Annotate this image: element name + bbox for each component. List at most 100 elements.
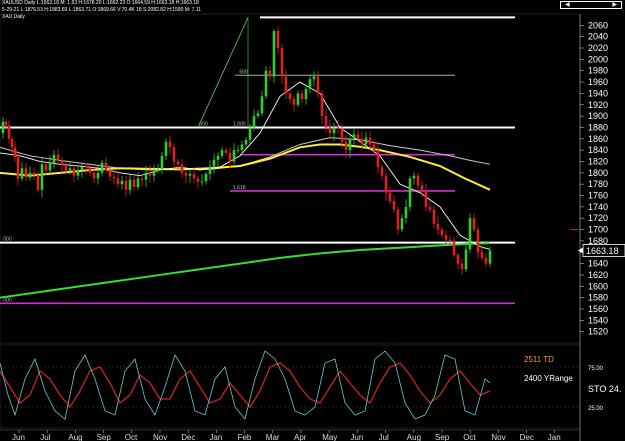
candle-body [24,168,28,178]
candle-body [464,249,468,270]
x-tick-label: Nov [153,433,167,441]
candle-body [136,178,140,188]
candle-body [188,173,192,176]
x-tick-label: Jun [12,433,25,441]
candle-body [84,166,88,168]
candle-body [368,137,372,145]
candle-body [240,144,244,151]
trading-chart-window: XAUUSD Daily L:1663.18 M: 1.63 H:1678.20… [0,0,625,441]
candle-body [336,127,340,129]
candle-body [208,166,212,174]
candle-body [476,229,480,253]
x-tick-label: Aug [68,433,82,441]
candle-body [16,156,20,179]
y-tick-label: 1540 [588,315,608,325]
candle-body [480,252,484,258]
candle-body [392,201,396,210]
candle-body [48,163,52,171]
candle-body [140,178,144,180]
candle-body [260,96,264,114]
candle-body [388,192,392,202]
fib-label: .000 [2,297,12,303]
candle-body [108,169,112,177]
candle-body [308,79,312,89]
candle-body [436,223,440,230]
candle-body [400,218,404,230]
osc-label: STO 24. [588,384,621,394]
candle-body [212,159,216,167]
x-tick-label: Jul [40,433,50,441]
y-tick-label: 1700 [588,225,608,235]
candle-body [484,257,488,264]
candle-body [156,169,160,172]
candle-body [376,150,380,168]
candle-body [128,179,132,190]
last-price-label: 1663.18 [586,246,619,256]
x-tick-label: Jan [209,433,222,441]
candle-body [248,127,252,140]
candle-body [216,155,220,160]
y-tick-label: 1580 [588,293,608,303]
candle-body [72,168,76,176]
y-tick-label: 1820 [588,156,608,166]
candle-body [288,93,292,100]
candle-body [364,137,368,145]
candle-body [124,180,128,190]
candle-body [52,154,56,164]
candle-body [44,164,48,171]
y-tick-label: 1880 [588,122,608,132]
candle-body [380,167,384,176]
candle-body [292,99,296,105]
candle-body [64,164,68,171]
candle-body [4,121,8,126]
oscillator-panel-border [0,344,581,429]
candle-body [316,76,320,94]
candle-body [332,127,336,134]
candle-body [36,175,40,190]
candle-body [328,127,332,134]
x-tick-label: Sep [435,433,450,441]
candle-body [284,76,288,94]
candle-body [13,147,17,157]
candle-body [352,134,356,139]
candle-body [444,235,448,240]
x-tick-label: Feb [238,433,252,441]
candle-body [184,172,188,176]
fib-label: 1.618 [233,185,246,191]
candle-body [472,218,476,230]
x-tick-label: Jan [548,433,561,441]
candle-body [192,173,196,179]
candle-body [60,160,64,165]
candle-body [456,255,460,264]
x-tick-label: Nov [491,433,505,441]
x-tick-label: Aug [407,433,421,441]
candle-body [268,70,272,77]
candle-body [296,93,300,105]
y-tick-label: 1800 [588,168,608,178]
x-tick-label: Jul [379,433,389,441]
candle-body [112,176,116,179]
osc-series-line [0,362,491,409]
y-tick-label: 1520 [588,327,608,337]
candle-body [304,88,308,100]
y-tick-label: 1860 [588,134,608,144]
candle-body [10,138,14,148]
candle-body [384,175,388,193]
fib-label: 1.000 [233,121,246,127]
y-tick-label: 1900 [588,111,608,121]
candle-body [224,150,228,153]
y-tick-label: 1920 [588,100,608,110]
candle-body [148,172,152,176]
candle-body [300,93,304,100]
y-tick-label: 2060 [588,20,608,30]
candle-body [276,31,280,49]
y-tick-label: 1940 [588,88,608,98]
candle-body [420,185,424,190]
chart-canvas[interactable]: 1520154015601580160016201640166016801700… [0,0,625,441]
candle-body [236,150,240,152]
price-panel-border [0,13,581,344]
candle-body [440,229,444,236]
candle-body [144,172,148,180]
x-tick-label: Oct [125,433,138,441]
candle-body [360,138,364,145]
